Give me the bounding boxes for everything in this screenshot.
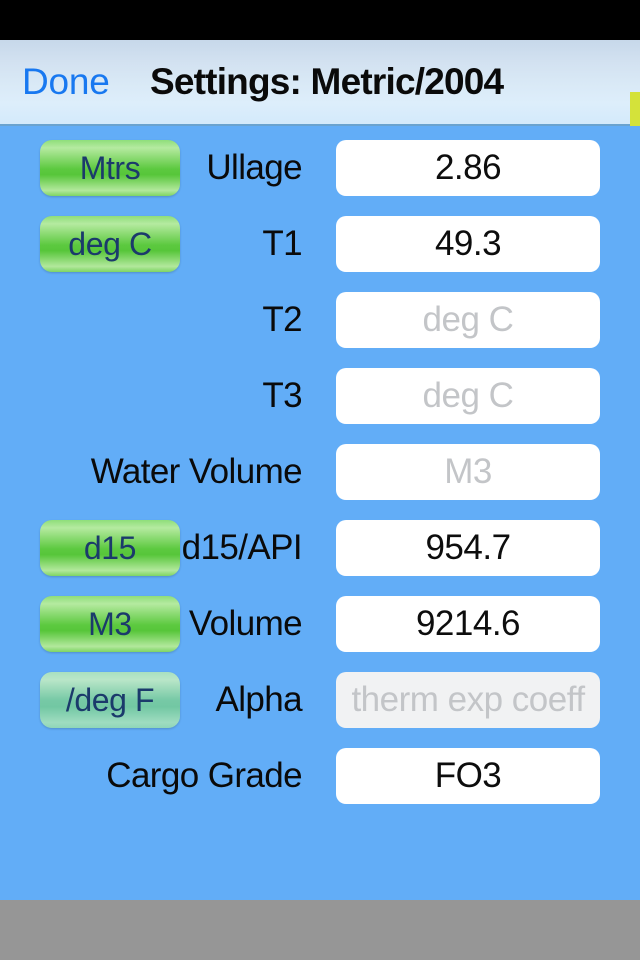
field-input[interactable]: 49.3	[336, 216, 600, 272]
field-input[interactable]: deg C	[336, 368, 600, 424]
field-label: Alpha	[215, 680, 302, 719]
edge-tab-indicator[interactable]	[630, 92, 640, 126]
field-placeholder: therm exp coeff	[351, 680, 585, 719]
field-input[interactable]: FO3	[336, 748, 600, 804]
field-label: Water Volume	[90, 452, 303, 491]
field-value: 954.7	[425, 528, 511, 567]
bottom-bar	[0, 900, 640, 960]
field-input[interactable]: 2.86	[336, 140, 600, 196]
field-placeholder: deg C	[422, 376, 514, 415]
field-value: 49.3	[434, 224, 502, 263]
field-value: 9214.6	[415, 604, 521, 643]
form-row: T3 deg C	[0, 368, 640, 424]
field-label: Ullage	[206, 148, 302, 187]
field-value: 2.86	[434, 148, 502, 187]
field-label: T2	[262, 300, 302, 339]
form-row: M3 Volume 9214.6	[0, 596, 640, 652]
field-label: d15/API	[181, 528, 303, 567]
field-placeholder: deg C	[422, 300, 514, 339]
field-input[interactable]: M3	[336, 444, 600, 500]
form-row: deg C T1 49.3	[0, 216, 640, 272]
field-placeholder: M3	[444, 452, 492, 491]
navigation-bar: Done Settings: Metric/2004	[0, 40, 640, 126]
field-label: T1	[262, 224, 302, 263]
field-input: therm exp coeff	[336, 672, 600, 728]
field-label: Cargo Grade	[106, 756, 302, 795]
field-label: T3	[262, 376, 302, 415]
settings-form: Mtrs Ullage 2.86 deg C T1 49.3 T2 deg C T3 deg CW…	[0, 126, 640, 960]
status-bar	[0, 0, 640, 40]
form-row: Water Volume M3	[0, 444, 640, 500]
field-value: FO3	[434, 756, 502, 795]
done-button[interactable]: Done	[22, 61, 110, 103]
form-row: /deg F Alpha therm exp coeff	[0, 672, 640, 728]
form-row: Cargo Grade FO3	[0, 748, 640, 804]
form-row: T2 deg C	[0, 292, 640, 348]
form-row: d15 d15/API 954.7	[0, 520, 640, 576]
field-input[interactable]: 954.7	[336, 520, 600, 576]
form-row: Mtrs Ullage 2.86	[0, 140, 640, 196]
app-screen: Done Settings: Metric/2004 Mtrs Ullage 2.8…	[0, 0, 640, 960]
field-input[interactable]: deg C	[336, 292, 600, 348]
page-title: Settings: Metric/2004	[150, 61, 504, 102]
field-input[interactable]: 9214.6	[336, 596, 600, 652]
field-label: Volume	[188, 604, 303, 643]
